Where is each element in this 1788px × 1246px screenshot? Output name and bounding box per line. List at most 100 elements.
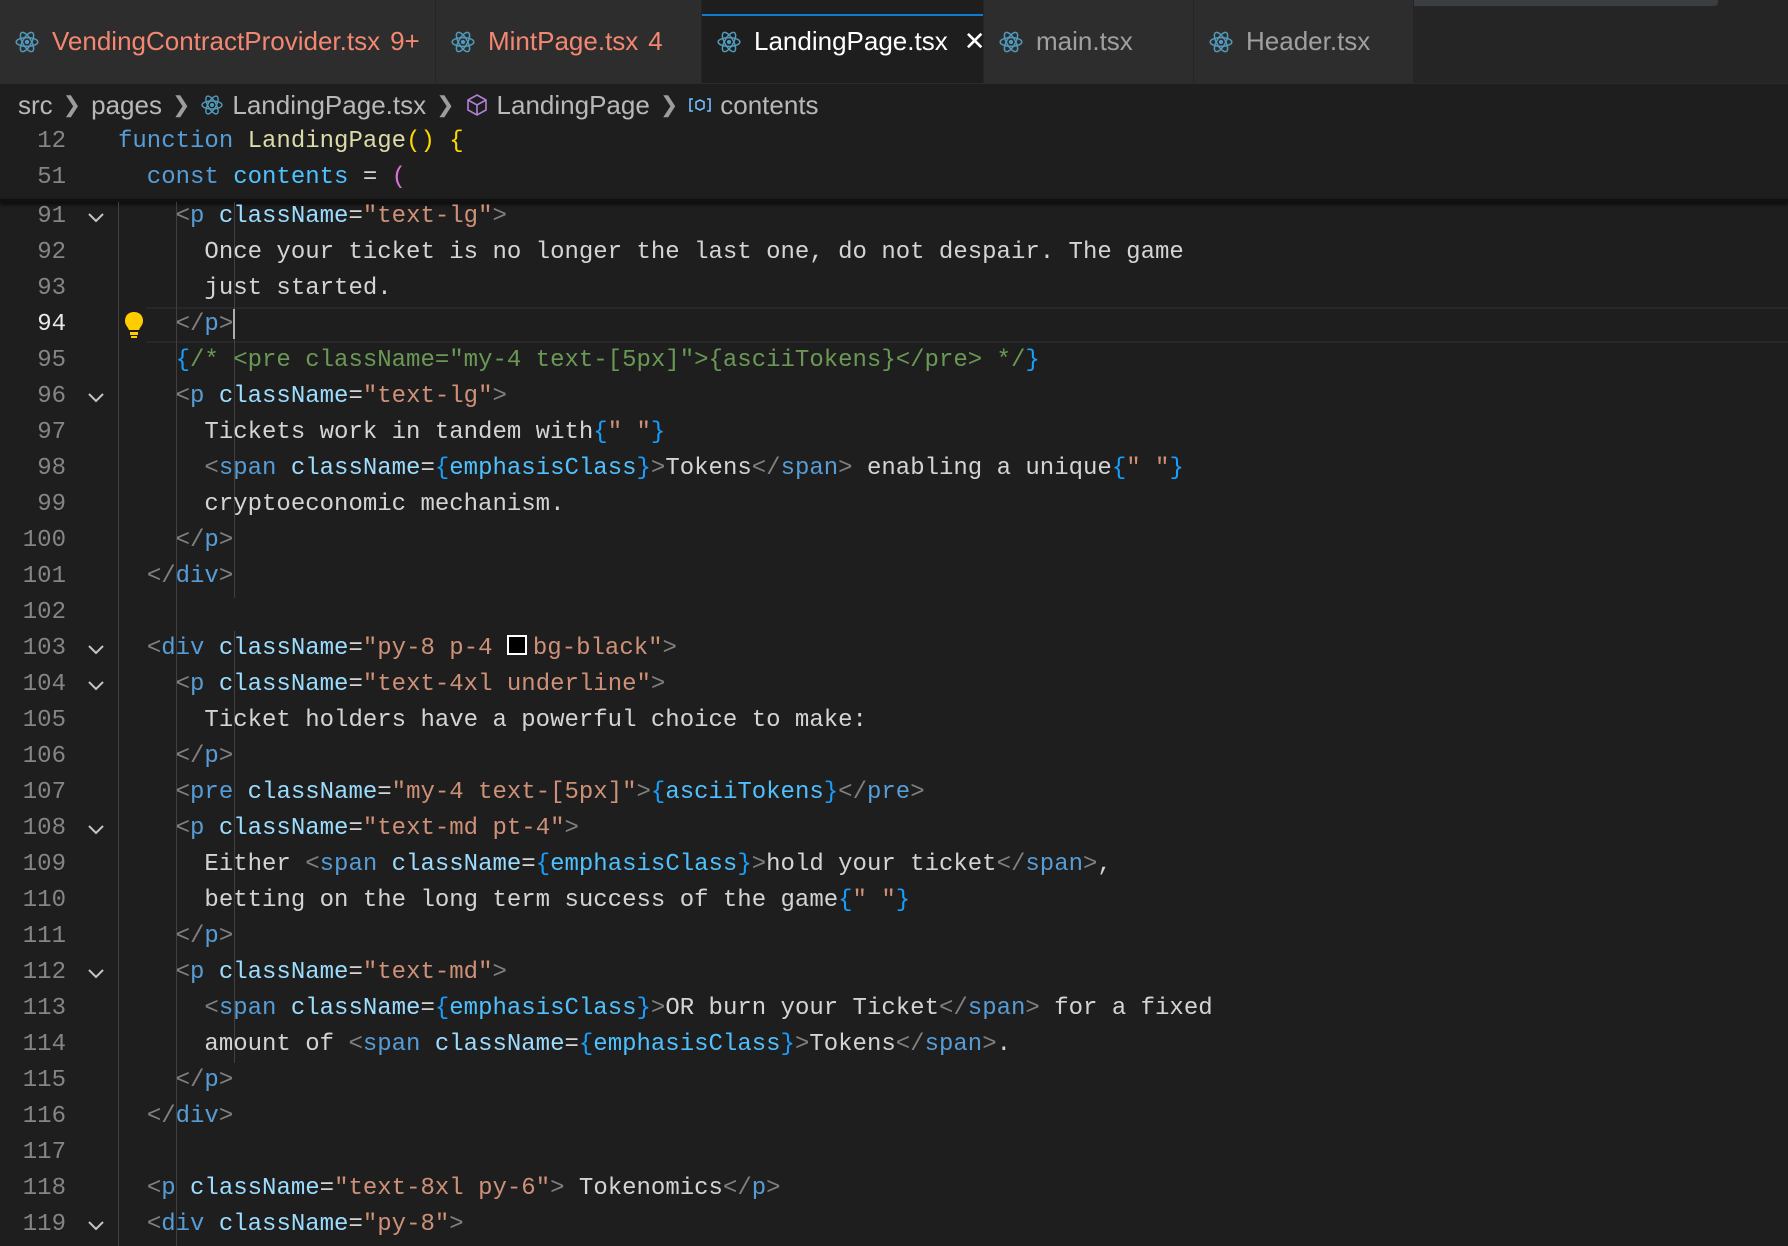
breadcrumb-item-landingpage[interactable]: LandingPage [465, 90, 650, 121]
code-line[interactable]: 118 <p className="text-8xl py-6"> Tokeno… [0, 1171, 1788, 1207]
breadcrumb-label: LandingPage [496, 89, 650, 120]
code-line[interactable]: 92 Once your ticket is no longer the las… [0, 235, 1788, 271]
breadcrumb-item-pages[interactable]: pages [91, 90, 162, 121]
code-line[interactable]: 93 just started. [0, 271, 1788, 307]
chevron-right-icon: ❯ [659, 92, 679, 117]
problems-badge: 9+ [390, 26, 420, 56]
tab-label: MintPage.tsx [488, 26, 639, 56]
code-text: amount of <span className={emphasisClass… [118, 1031, 1011, 1058]
code-text: <p className="text-lg"> [175, 383, 507, 410]
breadcrumb-item-contents[interactable]: contents [688, 90, 819, 121]
code-line[interactable]: 107 <pre className="my-4 text-[5px]">{as… [0, 775, 1788, 811]
code-text: <p className="text-md pt-4"> [175, 815, 579, 842]
fold-chevron-icon[interactable] [84, 811, 108, 847]
code-line[interactable]: 115 </p> [0, 1063, 1788, 1099]
line-number: 113 [22, 995, 66, 1022]
close-icon[interactable]: ✕ [964, 26, 986, 57]
code-text: cryptoeconomic mechanism. [118, 491, 565, 518]
line-number: 97 [37, 419, 66, 446]
line-number: 93 [37, 275, 66, 302]
code-line[interactable]: 119 <div className="py-8"> [0, 1207, 1788, 1243]
line-number: 108 [22, 815, 66, 842]
color-swatch[interactable] [506, 635, 527, 655]
code-line[interactable]: 108 <p className="text-md pt-4"> [0, 811, 1788, 847]
chevron-right-icon: ❯ [171, 92, 191, 117]
tab-mintpage-tsx[interactable]: MintPage.tsx 4 [436, 0, 702, 83]
problems-badge: 4 [648, 26, 663, 56]
code-text: <p className="text-8xl py-6"> Tokenomics… [146, 1175, 781, 1202]
line-number: 94 [37, 311, 66, 338]
code-line[interactable]: 101 </div> [0, 559, 1788, 595]
react-icon [1209, 31, 1233, 52]
code-text: </p> [118, 307, 236, 343]
tab-header-tsx[interactable]: Header.tsx [1194, 0, 1414, 83]
breadcrumb-label: src [18, 89, 53, 120]
code-line[interactable]: 105 Ticket holders have a powerful choic… [0, 703, 1788, 739]
editor-tab-bar: VendingContractProvider.tsx 9+ MintPage.ts… [0, 0, 1788, 84]
sticky-scroll-line[interactable]: 51 const contents = ( [0, 160, 1788, 196]
code-text: const contents = ( [118, 164, 407, 191]
line-number: 103 [22, 635, 66, 662]
sticky-scroll-line[interactable]: 12 function LandingPage() { [0, 124, 1788, 160]
tab-main-tsx[interactable]: main.tsx [984, 0, 1194, 83]
code-line[interactable]: 109 Either <span className={emphasisClas… [0, 847, 1788, 883]
line-number: 98 [37, 455, 66, 482]
code-line[interactable]: 97 Tickets work in tandem with{" "} [0, 415, 1788, 451]
code-line[interactable]: 116 </div> [0, 1099, 1788, 1135]
fold-chevron-icon[interactable] [84, 631, 108, 667]
line-number: 102 [22, 599, 66, 626]
fold-chevron-icon[interactable] [84, 379, 108, 415]
code-line[interactable]: 98 <span className={emphasisClass}>Token… [0, 451, 1788, 487]
code-editor[interactable]: 12 function LandingPage() {51 const conte… [0, 127, 1788, 1246]
fold-chevron-icon[interactable] [84, 1207, 108, 1243]
code-text: <p className="text-4xl underline"> [175, 671, 666, 698]
react-icon [717, 31, 741, 52]
code-line[interactable]: 103 <div className="py-8 p-4 bg-black"> [0, 631, 1788, 667]
code-line[interactable]: 117 [0, 1135, 1788, 1171]
line-number: 104 [22, 671, 66, 698]
tab-landingpage-tsx[interactable]: LandingPage.tsx ✕ [702, 0, 986, 83]
code-line[interactable]: 104 <p className="text-4xl underline"> [0, 667, 1788, 703]
code-line[interactable]: 114 amount of <span className={emphasisC… [0, 1027, 1788, 1063]
react-icon [201, 95, 224, 115]
code-line[interactable]: 112 <p className="text-md"> [0, 955, 1788, 991]
cube-icon [466, 94, 487, 116]
line-number: 106 [22, 743, 66, 770]
tab-vendingcontractprovider-tsx[interactable]: VendingContractProvider.tsx 9+ [0, 0, 436, 83]
code-line[interactable]: 99 cryptoeconomic mechanism. [0, 487, 1788, 523]
fold-chevron-icon[interactable] [84, 667, 108, 703]
breadcrumb-item-src[interactable]: src [18, 90, 53, 121]
code-line[interactable]: 91 <p className="text-lg"> [0, 199, 1788, 235]
code-text: {/* <pre className="my-4 text-[5px]">{as… [175, 347, 1040, 374]
code-line[interactable]: 94 </p> [0, 307, 1788, 343]
line-number: 12 [37, 128, 66, 155]
code-line[interactable]: 106 </p> [0, 739, 1788, 775]
code-line[interactable]: 113 <span className={emphasisClass}>OR b… [0, 991, 1788, 1027]
react-icon [451, 31, 475, 52]
line-number: 91 [37, 203, 66, 230]
breadcrumb-item-landingpage-tsx[interactable]: LandingPage.tsx [200, 90, 426, 121]
line-number: 112 [22, 959, 66, 986]
code-line[interactable]: 96 <p className="text-lg"> [0, 379, 1788, 415]
line-number: 101 [22, 563, 66, 590]
fold-chevron-icon[interactable] [84, 955, 108, 991]
code-line[interactable]: 110 betting on the long term success of … [0, 883, 1788, 919]
code-text: </p> [175, 1067, 234, 1094]
line-number: 99 [37, 491, 66, 518]
code-line[interactable]: 102 [0, 595, 1788, 631]
breadcrumb: src ❯ pages ❯ LandingPage.tsx ❯ LandingPage ❯ co… [0, 83, 1788, 127]
code-line[interactable]: 95 {/* <pre className="my-4 text-[5px]">… [0, 343, 1788, 379]
line-number: 119 [22, 1211, 66, 1238]
line-number: 92 [37, 239, 66, 266]
line-number: 117 [22, 1139, 66, 1166]
code-text: </p> [175, 743, 234, 770]
code-line[interactable]: 111 </p> [0, 919, 1788, 955]
code-text: Once your ticket is no longer the last o… [118, 239, 1184, 266]
code-text: </div> [146, 1103, 234, 1130]
code-line[interactable]: 100 </p> [0, 523, 1788, 559]
code-text: just started. [118, 275, 392, 302]
code-text: <p className="text-lg"> [175, 203, 507, 230]
text-cursor [233, 308, 236, 339]
fold-chevron-icon[interactable] [84, 199, 108, 235]
line-number: 95 [37, 347, 66, 374]
